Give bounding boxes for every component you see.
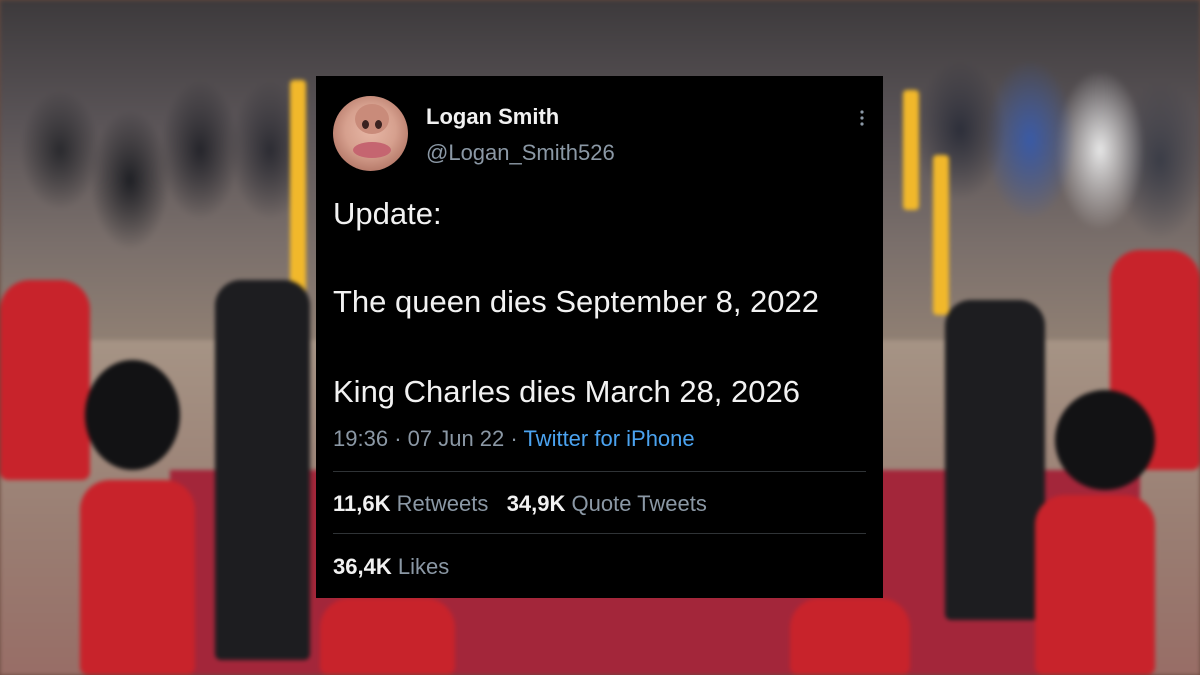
tweet-time[interactable]: 19:36 <box>333 426 388 451</box>
display-name[interactable]: Logan Smith <box>426 104 559 130</box>
background-guard <box>0 280 90 480</box>
background-guard <box>320 598 455 675</box>
more-vertical-icon[interactable] <box>855 106 869 130</box>
tweet-date[interactable]: 07 Jun 22 <box>408 426 505 451</box>
likes-stat[interactable]: 36,4K Likes <box>333 554 449 580</box>
retweets-stat[interactable]: 11,6K Retweets <box>333 491 488 516</box>
tweet-text-line: The queen dies September 8, 2022 <box>333 284 820 319</box>
quote-tweets-count: 34,9K <box>506 491 566 516</box>
background-candle <box>290 80 306 310</box>
divider <box>333 471 866 472</box>
background-guard <box>80 480 195 675</box>
tweet-card: Logan Smith @Logan_Smith526 Update: The … <box>316 76 883 598</box>
quote-tweets-label: Quote Tweets <box>571 491 707 516</box>
avatar-face-mouth <box>353 142 391 158</box>
quote-tweets-stat[interactable]: 34,9K Quote Tweets <box>507 491 707 516</box>
likes-label: Likes <box>397 554 450 579</box>
likes-count: 36,4K <box>333 554 392 579</box>
avatar-nostril <box>375 120 382 129</box>
background-guard <box>790 598 910 675</box>
tweet-text-line: Update: <box>333 196 442 231</box>
background-person <box>215 280 310 660</box>
background-hat <box>85 360 180 470</box>
avatar[interactable] <box>333 96 408 171</box>
tweet-text-line: King Charles dies March 28, 2026 <box>333 374 800 409</box>
tweet-source-link[interactable]: Twitter for iPhone <box>523 426 694 451</box>
more-vertical-icon-glyph <box>860 110 864 126</box>
background-candle <box>933 155 949 315</box>
avatar-face-nose <box>355 104 389 134</box>
background-guard <box>1035 495 1155 675</box>
meta-separator: · <box>510 426 518 451</box>
user-handle[interactable]: @Logan_Smith526 <box>426 140 615 166</box>
engagement-stats: 11,6K Retweets 34,9K Quote Tweets <box>333 491 707 517</box>
background-candle <box>903 90 919 210</box>
background-person <box>945 300 1045 620</box>
tweet-metadata: 19:36 · 07 Jun 22 · Twitter for iPhone <box>333 426 695 452</box>
meta-separator: · <box>394 426 402 451</box>
retweets-label: Retweets <box>396 491 489 516</box>
retweets-count: 11,6K <box>333 491 391 516</box>
divider <box>333 533 866 534</box>
avatar-nostril <box>362 120 369 129</box>
background-hat <box>1055 390 1155 490</box>
